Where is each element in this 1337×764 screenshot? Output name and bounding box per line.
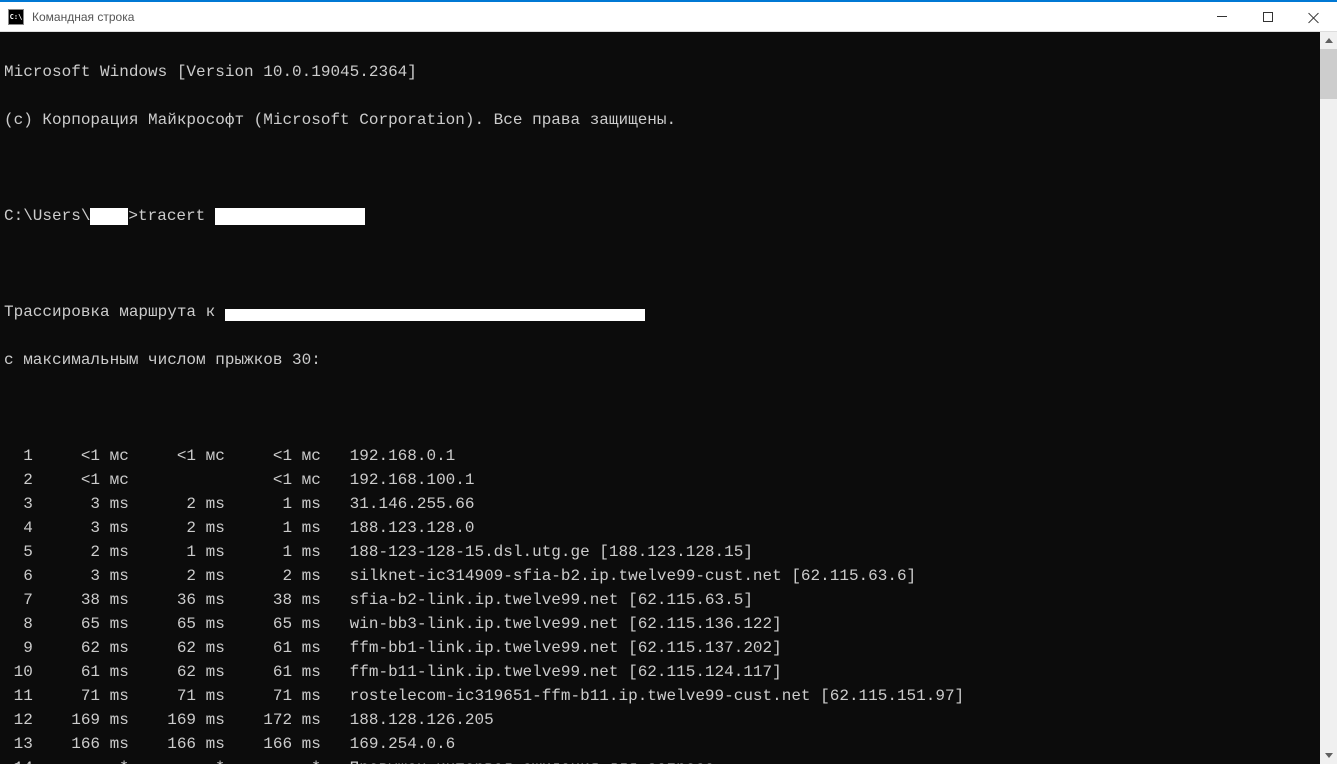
hop-host: ffm-b11-link.ip.twelve99.net [62.115.124…: [350, 663, 782, 681]
chevron-down-icon: [1325, 753, 1333, 758]
hops-list: 1 <1 мс <1 мс <1 мс 192.168.0.1 2 <1 мс …: [4, 444, 1333, 764]
hop-host: win-bb3-link.ip.twelve99.net [62.115.136…: [350, 615, 782, 633]
hop-host: silknet-ic314909-sfia-b2.ip.twelve99-cus…: [350, 567, 917, 585]
hop-row: 2 <1 мс <1 мс 192.168.100.1: [4, 468, 1333, 492]
blank-line: [4, 156, 1333, 180]
hop-row: 3 3 ms 2 ms 1 ms 31.146.255.66: [4, 492, 1333, 516]
hop-row: 12 169 ms 169 ms 172 ms 188.128.126.205: [4, 708, 1333, 732]
hop-host: 188.128.126.205: [350, 711, 494, 729]
close-button[interactable]: [1291, 2, 1337, 31]
maximize-icon: [1263, 12, 1273, 22]
cmd-icon: C:\: [8, 9, 24, 25]
terminal-content[interactable]: Microsoft Windows [Version 10.0.19045.23…: [0, 32, 1337, 764]
scrollbar-track[interactable]: [1320, 49, 1337, 747]
trace-header-1: Трассировка маршрута к: [4, 300, 1333, 324]
banner-line-1: Microsoft Windows [Version 10.0.19045.23…: [4, 60, 1333, 84]
hop-host: 188.123.128.0: [350, 519, 475, 537]
hop-row: 9 62 ms 62 ms 61 ms ffm-bb1-link.ip.twel…: [4, 636, 1333, 660]
hop-row: 11 71 ms 71 ms 71 ms rostelecom-ic319651…: [4, 684, 1333, 708]
window-title: Командная строка: [32, 10, 1199, 24]
hop-host: 31.146.255.66: [350, 495, 475, 513]
chevron-up-icon: [1325, 38, 1333, 43]
hop-row: 7 38 ms 36 ms 38 ms sfia-b2-link.ip.twel…: [4, 588, 1333, 612]
blank-line: [4, 396, 1333, 420]
window-controls: [1199, 2, 1337, 31]
hop-row: 13 166 ms 166 ms 166 ms 169.254.0.6: [4, 732, 1333, 756]
minimize-button[interactable]: [1199, 2, 1245, 31]
banner-line-2: (c) Корпорация Майкрософт (Microsoft Cor…: [4, 108, 1333, 132]
hop-row: 1 <1 мс <1 мс <1 мс 192.168.0.1: [4, 444, 1333, 468]
titlebar[interactable]: C:\ Командная строка: [0, 2, 1337, 32]
hop-host: rostelecom-ic319651-ffm-b11.ip.twelve99-…: [350, 687, 965, 705]
blank-line: [4, 252, 1333, 276]
maximize-button[interactable]: [1245, 2, 1291, 31]
hop-host: 188-123-128-15.dsl.utg.ge [188.123.128.1…: [350, 543, 753, 561]
hop-host: ffm-bb1-link.ip.twelve99.net [62.115.137…: [350, 639, 782, 657]
scrollbar-thumb[interactable]: [1320, 49, 1337, 99]
minimize-icon: [1217, 16, 1227, 17]
hop-row: 6 3 ms 2 ms 2 ms silknet-ic314909-sfia-b…: [4, 564, 1333, 588]
prompt-line: C:\Users\>tracert: [4, 204, 1333, 228]
redacted-target-resolved: [225, 309, 645, 321]
trace-header-2: с максимальным числом прыжков 30:: [4, 348, 1333, 372]
hop-row: 14 * * * Превышен интервал ожидания для …: [4, 756, 1333, 764]
scroll-down-button[interactable]: [1320, 747, 1337, 764]
hop-row: 5 2 ms 1 ms 1 ms 188-123-128-15.dsl.utg.…: [4, 540, 1333, 564]
close-icon: [1308, 11, 1320, 23]
hop-host: sfia-b2-link.ip.twelve99.net [62.115.63.…: [350, 591, 753, 609]
redacted-username: [90, 208, 128, 225]
hop-host: 169.254.0.6: [350, 735, 456, 753]
hop-host: 192.168.100.1: [350, 471, 475, 489]
hop-host: Превышен интервал ожидания для запроса.: [350, 759, 724, 764]
scroll-up-button[interactable]: [1320, 32, 1337, 49]
hop-row: 10 61 ms 62 ms 61 ms ffm-b11-link.ip.twe…: [4, 660, 1333, 684]
hop-row: 8 65 ms 65 ms 65 ms win-bb3-link.ip.twel…: [4, 612, 1333, 636]
redacted-target: [215, 208, 365, 225]
hop-host: 192.168.0.1: [350, 447, 456, 465]
hop-row: 4 3 ms 2 ms 1 ms 188.123.128.0: [4, 516, 1333, 540]
vertical-scrollbar[interactable]: [1320, 32, 1337, 764]
terminal-area[interactable]: Microsoft Windows [Version 10.0.19045.23…: [0, 32, 1337, 764]
